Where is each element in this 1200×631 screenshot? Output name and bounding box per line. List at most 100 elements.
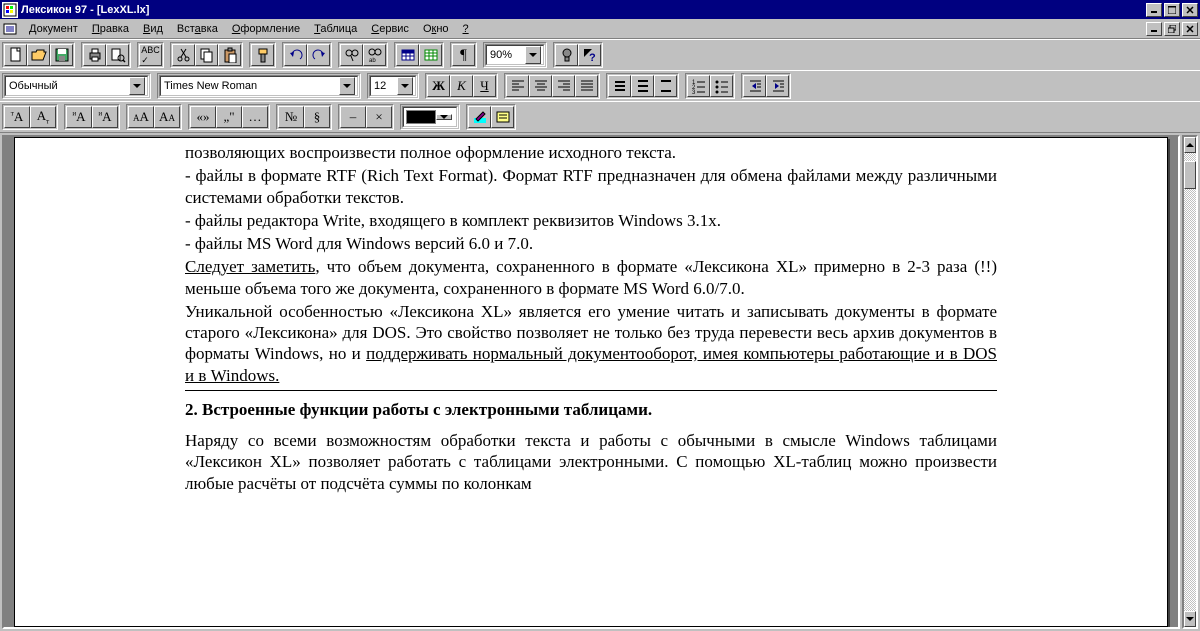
strike-button[interactable]: иА bbox=[66, 106, 92, 128]
minimize-button[interactable] bbox=[1146, 3, 1162, 17]
align-right-button[interactable] bbox=[552, 75, 575, 97]
control-menu-icon[interactable] bbox=[2, 21, 18, 37]
document-area: позволяющих воспроизвести полное оформле… bbox=[0, 132, 1200, 631]
doc-line: - файлы редактора Write, входящего в ком… bbox=[185, 210, 997, 231]
menu-document[interactable]: Документ bbox=[22, 21, 85, 37]
replace-button[interactable]: ab bbox=[363, 44, 386, 66]
zoom-combo[interactable] bbox=[485, 44, 545, 66]
color-dropdown-button[interactable] bbox=[436, 114, 452, 120]
svg-text:ab: ab bbox=[369, 58, 376, 63]
scroll-track[interactable] bbox=[1184, 153, 1196, 611]
font-input[interactable] bbox=[161, 77, 339, 95]
increase-indent-button[interactable] bbox=[766, 75, 789, 97]
save-button[interactable] bbox=[50, 44, 73, 66]
redo-button[interactable] bbox=[307, 44, 330, 66]
doc-line: Следует заметить, что объем документа, с… bbox=[185, 256, 997, 299]
menu-format[interactable]: Оформление bbox=[225, 21, 307, 37]
decrease-indent-button[interactable] bbox=[743, 75, 766, 97]
line-spacing-2-button[interactable] bbox=[654, 75, 677, 97]
close-button[interactable] bbox=[1182, 3, 1198, 17]
tip-button[interactable] bbox=[555, 44, 578, 66]
zoom-dropdown-button[interactable] bbox=[525, 46, 541, 64]
page-content[interactable]: позволяющих воспроизвести полное оформле… bbox=[14, 137, 1168, 627]
scroll-up-button[interactable] bbox=[1184, 137, 1196, 153]
menu-help[interactable]: ? bbox=[456, 21, 476, 37]
align-left-button[interactable] bbox=[506, 75, 529, 97]
style-input[interactable] bbox=[6, 77, 129, 95]
menu-view[interactable]: Вид bbox=[136, 21, 170, 37]
font-dropdown-button[interactable] bbox=[339, 77, 355, 95]
paste-button[interactable] bbox=[218, 44, 241, 66]
svg-text:?: ? bbox=[589, 52, 596, 63]
bold-button[interactable]: Ж bbox=[427, 75, 450, 97]
print-preview-button[interactable] bbox=[106, 44, 129, 66]
menu-bar: Документ Правка Вид Вставка Оформление Т… bbox=[0, 19, 1200, 39]
dash-button[interactable]: – bbox=[340, 106, 366, 128]
highlight-button[interactable] bbox=[468, 106, 491, 128]
mdi-close-button[interactable] bbox=[1182, 22, 1198, 36]
maximize-button[interactable] bbox=[1164, 3, 1180, 17]
mult-button[interactable]: × bbox=[366, 106, 392, 128]
sup-a-button[interactable]: тА bbox=[4, 106, 30, 128]
smaller-font-button[interactable]: АА bbox=[154, 106, 180, 128]
size-dropdown-button[interactable] bbox=[397, 77, 413, 95]
sub-a-button[interactable]: Ат bbox=[30, 106, 56, 128]
new-button[interactable] bbox=[4, 44, 27, 66]
spellcheck-button[interactable]: ABC✓ bbox=[139, 44, 162, 66]
app-icon bbox=[2, 2, 18, 18]
doc-line: - файлы в формате RTF (Rich Text Format)… bbox=[185, 165, 997, 208]
numbered-list-button[interactable]: 123 bbox=[687, 75, 710, 97]
size-input[interactable] bbox=[371, 77, 397, 95]
find-button[interactable] bbox=[340, 44, 363, 66]
doc-heading: 2. Встроенные функции работы с электронн… bbox=[185, 399, 997, 420]
insert-spreadsheet-button[interactable] bbox=[419, 44, 442, 66]
doc-line: позволяющих воспроизвести полное оформле… bbox=[185, 142, 997, 163]
caps-button[interactable]: иА bbox=[92, 106, 118, 128]
underline-button[interactable]: Ч bbox=[473, 75, 496, 97]
title-bar: Лексикон 97 - [LexXL.lx] bbox=[0, 0, 1200, 19]
quotes-low-button[interactable]: „" bbox=[216, 106, 242, 128]
scroll-thumb[interactable] bbox=[1184, 161, 1196, 189]
format-painter-button[interactable] bbox=[251, 44, 274, 66]
cut-button[interactable] bbox=[172, 44, 195, 66]
ellipsis-button[interactable]: … bbox=[242, 106, 268, 128]
document-frame: позволяющих воспроизвести полное оформле… bbox=[2, 135, 1180, 629]
align-justify-button[interactable] bbox=[575, 75, 598, 97]
style-combo[interactable] bbox=[4, 75, 149, 97]
context-help-button[interactable]: ? bbox=[578, 44, 601, 66]
italic-button[interactable]: К bbox=[450, 75, 473, 97]
bulleted-list-button[interactable] bbox=[710, 75, 733, 97]
insert-table-button[interactable] bbox=[396, 44, 419, 66]
font-combo[interactable] bbox=[159, 75, 359, 97]
menu-edit[interactable]: Правка bbox=[85, 21, 136, 37]
undo-button[interactable] bbox=[284, 44, 307, 66]
numero-button[interactable]: № bbox=[278, 106, 304, 128]
menu-table[interactable]: Таблица bbox=[307, 21, 364, 37]
formatting-toolbar: Ж К Ч 123 bbox=[0, 70, 1200, 101]
copy-button[interactable] bbox=[195, 44, 218, 66]
section-button[interactable]: § bbox=[304, 106, 330, 128]
mdi-restore-button[interactable] bbox=[1164, 22, 1180, 36]
window-title: Лексикон 97 - [LexXL.lx] bbox=[21, 4, 1144, 16]
quotes-angle-button[interactable]: «» bbox=[190, 106, 216, 128]
line-spacing-15-button[interactable] bbox=[631, 75, 654, 97]
fields-button[interactable] bbox=[491, 106, 514, 128]
standard-toolbar: ABC✓ ab ¶ ? bbox=[0, 39, 1200, 70]
mdi-minimize-button[interactable] bbox=[1146, 22, 1162, 36]
scroll-down-button[interactable] bbox=[1184, 611, 1196, 627]
zoom-input[interactable] bbox=[487, 46, 525, 64]
menu-service[interactable]: Сервис bbox=[364, 21, 416, 37]
show-nonprinting-button[interactable]: ¶ bbox=[452, 44, 475, 66]
align-center-button[interactable] bbox=[529, 75, 552, 97]
vertical-scrollbar[interactable] bbox=[1182, 135, 1198, 629]
color-combo[interactable] bbox=[402, 106, 458, 128]
size-combo[interactable] bbox=[369, 75, 417, 97]
style-dropdown-button[interactable] bbox=[129, 77, 145, 95]
menu-insert[interactable]: Вставка bbox=[170, 21, 225, 37]
print-button[interactable] bbox=[83, 44, 106, 66]
doc-line: Уникальной особенностью «Лексикона XL» я… bbox=[185, 301, 997, 386]
line-spacing-1-button[interactable] bbox=[608, 75, 631, 97]
menu-window[interactable]: Окно bbox=[416, 21, 456, 37]
bigger-font-button[interactable]: АА bbox=[128, 106, 154, 128]
open-button[interactable] bbox=[27, 44, 50, 66]
